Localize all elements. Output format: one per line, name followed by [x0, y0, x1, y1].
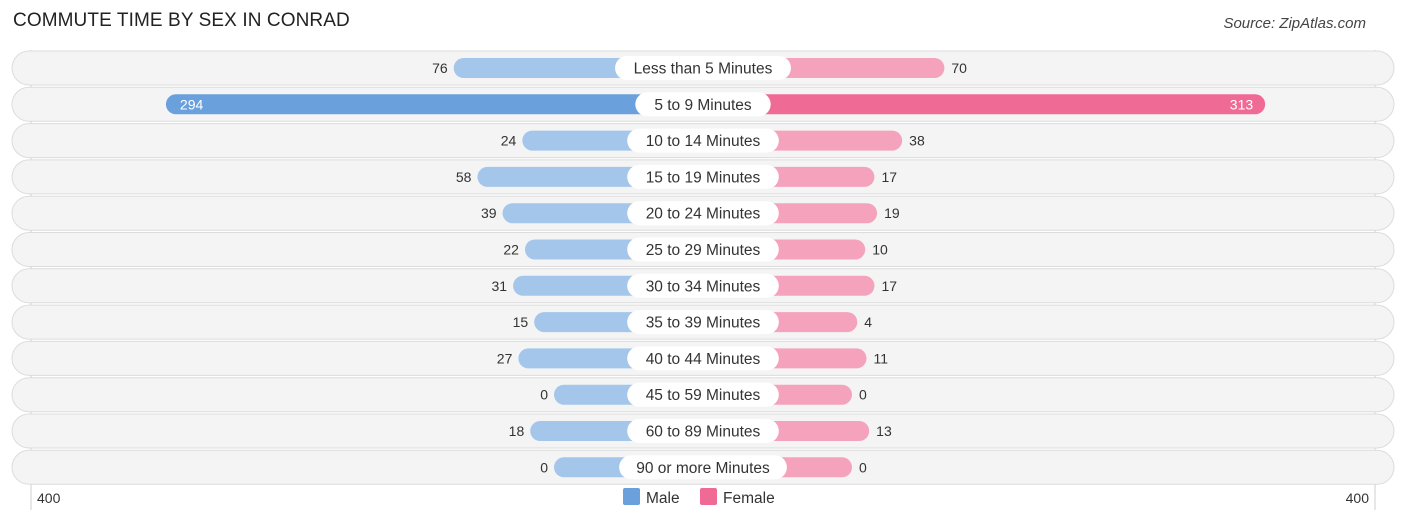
axis-label-left: 400: [37, 490, 61, 506]
value-label-male: 0: [540, 387, 548, 403]
category-label: 5 to 9 Minutes: [654, 97, 752, 114]
value-label-male: 27: [497, 350, 513, 366]
value-label-male: 18: [509, 423, 525, 439]
category-label: 20 to 24 Minutes: [646, 206, 761, 223]
legend-label-female: Female: [723, 490, 775, 507]
chart-row: 30 to 34 Minutes 31 17: [11, 268, 1395, 304]
chart: Less than 5 Minutes 76 70 5 to 9 Minutes 294…: [11, 50, 1395, 510]
value-label-male: 0: [540, 459, 548, 475]
value-label-male: 294: [180, 96, 204, 112]
value-label-female: 19: [884, 205, 900, 221]
bar-male[interactable]: [165, 94, 714, 115]
value-label-male: 76: [432, 60, 448, 76]
chart-row: 60 to 89 Minutes 18 13: [11, 413, 1395, 449]
value-label-male: 39: [481, 205, 497, 221]
chart-row: 20 to 24 Minutes 39 19: [11, 195, 1395, 231]
value-label-male: 31: [492, 278, 508, 294]
value-label-female: 70: [951, 60, 967, 76]
value-label-female: 17: [881, 169, 897, 185]
category-label: 40 to 44 Minutes: [646, 351, 761, 368]
value-label-male: 22: [503, 242, 519, 258]
legend-swatch-male: [623, 488, 640, 505]
value-label-male: 15: [513, 314, 529, 330]
chart-row: 40 to 44 Minutes 27 11: [11, 340, 1395, 376]
chart-row: 90 or more Minutes 0 0: [11, 449, 1395, 485]
legend-label-male: Male: [646, 490, 680, 507]
category-label: 15 to 19 Minutes: [646, 169, 761, 186]
value-label-male: 24: [501, 133, 517, 149]
category-label: 25 to 29 Minutes: [646, 242, 761, 259]
category-label: 35 to 39 Minutes: [646, 315, 761, 332]
chart-row: 45 to 59 Minutes 0 0: [11, 377, 1395, 413]
chart-row: 15 to 19 Minutes 58 17: [11, 159, 1395, 195]
bar-female[interactable]: [693, 94, 1266, 115]
value-label-female: 38: [909, 133, 925, 149]
value-label-female: 313: [1230, 96, 1254, 112]
chart-row: 25 to 29 Minutes 22 10: [11, 232, 1395, 267]
category-label: 90 or more Minutes: [636, 460, 770, 477]
value-label-female: 0: [859, 459, 867, 475]
chart-row: 10 to 14 Minutes 24 38: [11, 123, 1395, 159]
axis-label-right: 400: [1346, 490, 1370, 506]
value-label-female: 11: [874, 350, 889, 366]
value-label-female: 0: [859, 387, 867, 403]
category-label: 30 to 34 Minutes: [646, 278, 761, 295]
category-label: Less than 5 Minutes: [634, 61, 773, 78]
value-label-female: 17: [881, 278, 897, 294]
legend-swatch-female: [700, 488, 717, 505]
category-label: 10 to 14 Minutes: [646, 133, 761, 150]
value-label-female: 10: [872, 242, 888, 258]
chart-rows: Less than 5 Minutes 76 70 5 to 9 Minutes 294…: [11, 50, 1395, 485]
chart-row: 5 to 9 Minutes 294 313: [11, 86, 1395, 122]
chart-row: 35 to 39 Minutes 15 4: [11, 304, 1395, 340]
chart-row: Less than 5 Minutes 76 70: [11, 50, 1395, 86]
value-label-female: 4: [864, 314, 872, 330]
value-label-female: 13: [876, 423, 892, 439]
category-label: 60 to 89 Minutes: [646, 424, 761, 441]
category-label: 45 to 59 Minutes: [646, 387, 761, 404]
value-label-male: 58: [456, 169, 472, 185]
legend: Male Female: [623, 488, 775, 507]
